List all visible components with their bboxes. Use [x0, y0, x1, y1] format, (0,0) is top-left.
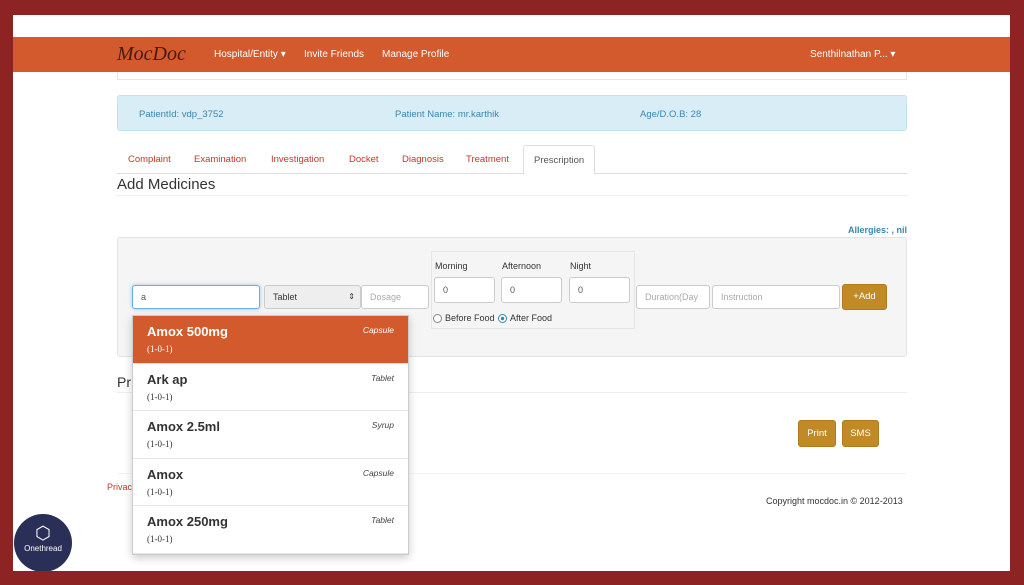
- suggestion-type: Capsule: [362, 467, 394, 478]
- tab-diagnosis[interactable]: Diagnosis: [402, 154, 444, 165]
- nav-hospital-entity[interactable]: Hospital/Entity ▾: [214, 49, 286, 60]
- suggestion-item[interactable]: Ark ap (1-0-1) Tablet: [133, 364, 408, 411]
- print-button[interactable]: Print: [798, 420, 836, 447]
- suggestion-name: Amox 250mg: [147, 514, 228, 529]
- suggestion-dose: (1-0-1): [147, 344, 173, 354]
- suggestion-dose: (1-0-1): [147, 486, 173, 497]
- divider: [117, 195, 907, 196]
- navbar: MocDoc Hospital/Entity ▾ Invite Friends …: [13, 37, 1010, 72]
- patient-id: PatientId: vdp_3752: [139, 109, 224, 120]
- watermark-text: Onethread: [24, 544, 62, 553]
- morning-label: Morning: [435, 261, 468, 271]
- afternoon-input[interactable]: [501, 277, 562, 303]
- suggestion-dose: (1-0-1): [147, 534, 173, 544]
- tab-investigation[interactable]: Investigation: [271, 154, 324, 165]
- tab-examination[interactable]: Examination: [194, 154, 246, 165]
- night-input[interactable]: [569, 277, 630, 303]
- suggestion-name: Amox: [147, 466, 184, 482]
- suggestion-item[interactable]: Amox 250mg (1-0-1) Tablet: [133, 506, 408, 554]
- select-arrow-icon: ⇕: [348, 292, 355, 301]
- dosage-input[interactable]: [361, 285, 429, 309]
- after-food-radio[interactable]: [498, 314, 507, 323]
- user-menu[interactable]: Senthilnathan P... ▾: [810, 49, 895, 60]
- suggestion-name: Ark ap: [147, 371, 188, 387]
- autocomplete-dropdown: Amox 500mg (1-0-1) Capsule Ark ap (1-0-1) Ta…: [132, 315, 409, 555]
- cube-icon: ⬡: [35, 523, 51, 543]
- night-label: Night: [570, 261, 592, 271]
- suggestion-item[interactable]: Amox (1-0-1) Capsule: [133, 459, 408, 506]
- suggestion-type: Tablet: [371, 372, 394, 383]
- before-food-label: Before Food: [445, 313, 495, 323]
- tabs: Complaint Examination Investigation Dock…: [117, 145, 907, 175]
- suggestion-name: Amox 500mg: [147, 324, 228, 339]
- instruction-input[interactable]: [712, 285, 840, 309]
- duration-input[interactable]: [636, 285, 710, 309]
- patient-age: Age/D.O.B: 28: [640, 109, 702, 120]
- suggestion-item[interactable]: Amox 2.5ml (1-0-1) Syrup: [133, 411, 408, 459]
- suggestion-type: Capsule: [362, 325, 394, 335]
- before-food-radio[interactable]: [433, 314, 442, 323]
- morning-input[interactable]: [434, 277, 495, 303]
- logo[interactable]: MocDoc: [117, 43, 186, 66]
- prescription-title: Pr: [117, 374, 131, 390]
- onethread-watermark: ⬡ Onethread: [14, 514, 72, 571]
- suggestion-type: Tablet: [371, 515, 394, 525]
- tab-docket[interactable]: Docket: [349, 154, 379, 165]
- tab-treatment[interactable]: Treatment: [466, 154, 509, 165]
- medicine-search-input[interactable]: [132, 285, 260, 309]
- privacy-link[interactable]: Privac: [107, 482, 132, 492]
- nav-manage-profile[interactable]: Manage Profile: [382, 49, 449, 60]
- suggestion-type: Syrup: [371, 420, 394, 430]
- copyright: Copyright mocdoc.in © 2012-2013: [766, 496, 903, 506]
- patient-info: PatientId: vdp_3752 Patient Name: mr.kar…: [117, 95, 907, 131]
- nav-invite-friends[interactable]: Invite Friends: [304, 49, 364, 60]
- type-value: Tablet: [273, 292, 298, 302]
- type-select[interactable]: Tablet ⇕: [264, 285, 361, 309]
- suggestion-dose: (1-0-1): [147, 439, 173, 449]
- tab-prescription[interactable]: Prescription: [523, 145, 596, 175]
- after-food-label: After Food: [510, 313, 553, 323]
- add-button[interactable]: +Add: [842, 284, 887, 310]
- allergies-link[interactable]: Allergies: , nil: [848, 225, 907, 235]
- suggestion-dose: (1-0-1): [147, 391, 173, 402]
- suggestion-name: Amox 2.5ml: [147, 419, 220, 434]
- sms-button[interactable]: SMS: [842, 420, 879, 447]
- patient-name: Patient Name: mr.karthik: [395, 109, 500, 120]
- app-frame: MocDoc Hospital/Entity ▾ Invite Friends …: [13, 15, 1010, 571]
- subbar: [117, 72, 907, 80]
- afternoon-label: Afternoon: [502, 261, 542, 271]
- suggestion-item[interactable]: Amox 500mg (1-0-1) Capsule: [133, 316, 408, 364]
- section-title: Add Medicines: [117, 176, 216, 193]
- tab-complaint[interactable]: Complaint: [128, 154, 171, 165]
